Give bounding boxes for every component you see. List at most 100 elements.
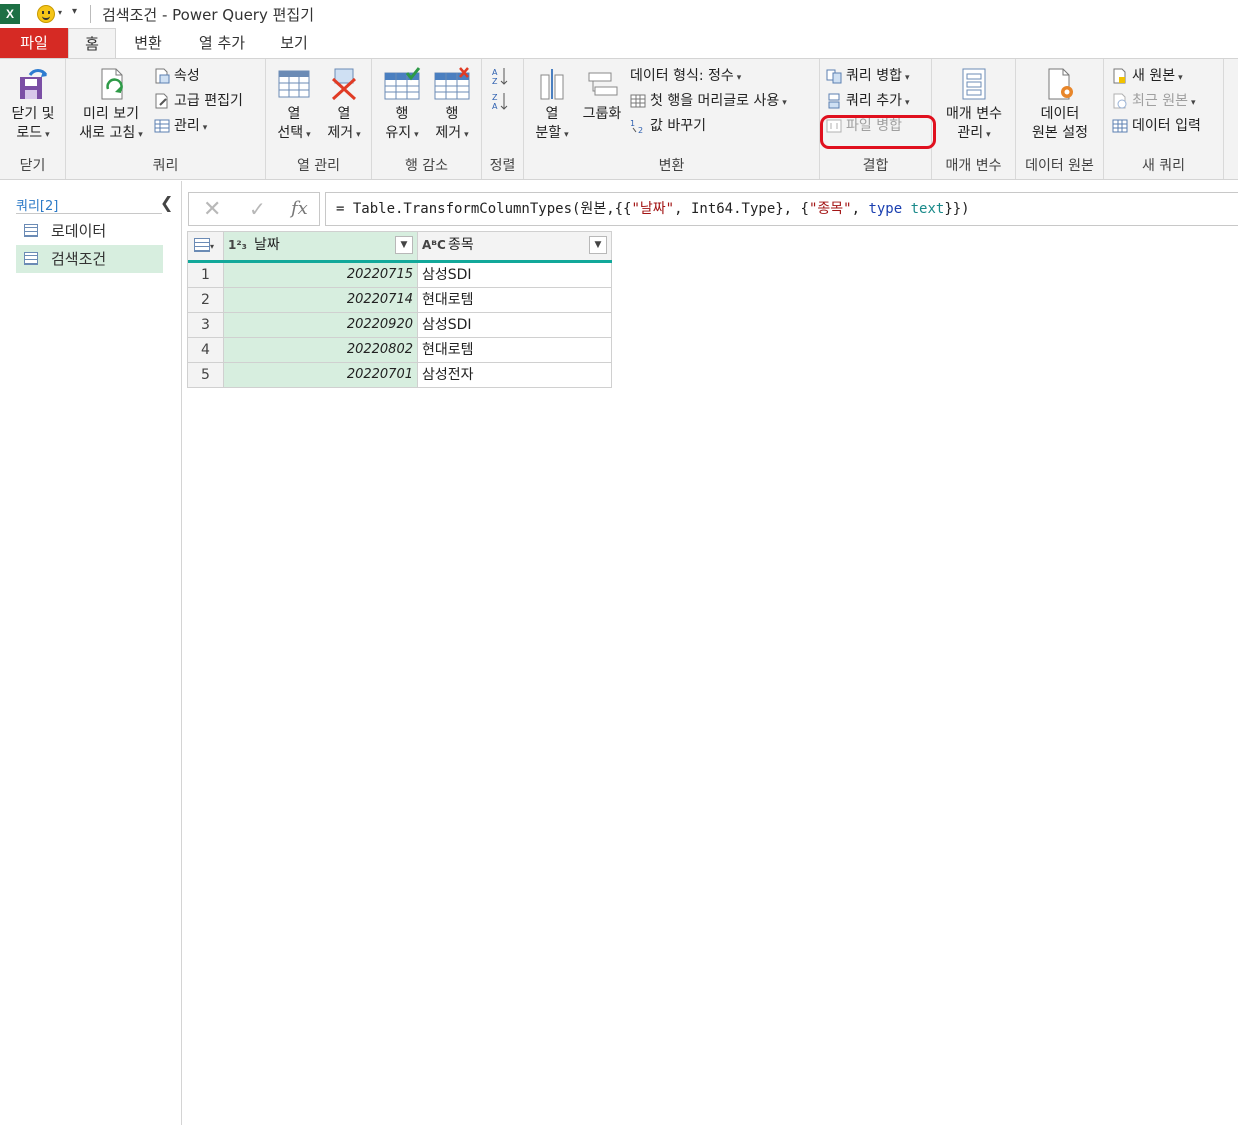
manage-button[interactable]: 관리 ▾ bbox=[154, 115, 207, 137]
recent-sources-icon bbox=[1113, 93, 1127, 109]
svg-text:A: A bbox=[492, 102, 498, 111]
stock-cell[interactable]: 현대로템 bbox=[418, 288, 612, 312]
date-cell[interactable]: 20220715 bbox=[224, 263, 418, 287]
use-first-row-label: 첫 행을 머리글로 사용 bbox=[650, 93, 780, 109]
tab-view[interactable]: 보기 bbox=[268, 28, 320, 58]
data-source-settings-button[interactable]: 데이터 원본 설정 bbox=[1020, 67, 1100, 143]
close-and-load-label: 닫기 및 bbox=[11, 106, 55, 122]
table-row: 4 20220802 현대로템 bbox=[188, 338, 612, 363]
text-type-icon[interactable]: AᴮC bbox=[422, 232, 446, 258]
new-source-button[interactable]: 새 원본 ▾ bbox=[1112, 65, 1183, 87]
filter-dropdown-icon[interactable]: ▼ bbox=[395, 236, 413, 254]
filter-dropdown-icon[interactable]: ▼ bbox=[589, 236, 607, 254]
append-queries-button[interactable]: 쿼리 추가 ▾ bbox=[826, 90, 910, 112]
row-number[interactable]: 5 bbox=[188, 363, 224, 387]
group-label-close: 닫기 bbox=[19, 158, 46, 174]
chevron-down-icon[interactable]: ▾ bbox=[58, 8, 62, 17]
chevron-down-icon: ▾ bbox=[904, 73, 910, 83]
formula-input[interactable]: = Table.TransformColumnTypes(원본,{{"날짜", … bbox=[325, 192, 1238, 226]
date-cell[interactable]: 20220714 bbox=[224, 288, 418, 312]
keep-rows-button[interactable]: 행 유지 ▾ bbox=[378, 67, 426, 145]
stock-cell[interactable]: 삼성전자 bbox=[418, 363, 612, 387]
choose-columns-icon bbox=[278, 70, 310, 98]
merge-queries-icon bbox=[826, 69, 842, 84]
stock-cell[interactable]: 현대로템 bbox=[418, 338, 612, 362]
formula-text bbox=[902, 201, 910, 217]
formula-string-token: "종목" bbox=[808, 201, 852, 217]
chevron-down-icon: ▾ bbox=[414, 130, 419, 140]
properties-button[interactable]: 속성 bbox=[154, 65, 200, 87]
enter-data-button[interactable]: 데이터 입력 bbox=[1112, 115, 1201, 137]
stock-cell[interactable]: 삼성SDI bbox=[418, 313, 612, 337]
column-header-date[interactable]: 1²₃ 날짜 ▼ bbox=[224, 232, 418, 260]
group-label-new-query: 새 쿼리 bbox=[1141, 158, 1186, 174]
chevron-down-icon: ▾ bbox=[45, 130, 50, 140]
table-row: 2 20220714 현대로템 bbox=[188, 288, 612, 313]
table-menu-button[interactable]: ▾ bbox=[188, 232, 224, 260]
table-icon bbox=[630, 94, 646, 108]
tab-transform[interactable]: 변환 bbox=[120, 28, 176, 58]
date-cell[interactable]: 20220701 bbox=[224, 363, 418, 387]
manage-parameters-label: 매개 변수 bbox=[946, 106, 1002, 122]
collapse-pane-icon[interactable]: ❮ bbox=[160, 193, 173, 212]
chevron-down-icon: ▾ bbox=[138, 130, 143, 140]
table-icon bbox=[1112, 119, 1128, 133]
refresh-icon bbox=[101, 68, 123, 100]
group-label-transform: 변환 bbox=[658, 158, 685, 174]
tab-add-column[interactable]: 열 추가 bbox=[186, 28, 258, 58]
quick-access-dropdown-icon[interactable]: ▾ bbox=[72, 6, 77, 17]
whole-number-type-icon[interactable]: 1²₃ bbox=[228, 232, 247, 258]
choose-columns-label: 열 bbox=[287, 106, 301, 122]
grid-header: ▾ 1²₃ 날짜 ▼ AᴮC 종목 ▼ bbox=[188, 231, 612, 263]
stock-cell[interactable]: 삼성SDI bbox=[418, 263, 612, 287]
query-item-rawdata[interactable]: 로데이터 bbox=[16, 217, 163, 245]
query-item-search-criteria[interactable]: 검색조건 bbox=[16, 245, 163, 273]
chevron-down-icon: ▾ bbox=[356, 130, 361, 140]
refresh-preview-button[interactable]: 미리 보기 새로 고침 ▾ bbox=[72, 67, 150, 145]
row-number[interactable]: 4 bbox=[188, 338, 224, 362]
date-cell[interactable]: 20220920 bbox=[224, 313, 418, 337]
refresh-label-2: 새로 고침 bbox=[79, 125, 136, 141]
choose-columns-button[interactable]: 열 선택 ▾ bbox=[270, 67, 318, 145]
sort-ascending-button[interactable]: AZ bbox=[492, 65, 512, 87]
manage-parameters-button[interactable]: 매개 변수 관리 ▾ bbox=[936, 67, 1012, 145]
remove-columns-label: 열 bbox=[337, 106, 351, 122]
checkmark-icon[interactable]: ✓ bbox=[249, 197, 266, 221]
formula-text: = Table.TransformColumnTypes(원본,{{ bbox=[336, 201, 632, 217]
remove-rows-button[interactable]: 행 제거 ▾ bbox=[428, 67, 476, 145]
column-header-stock[interactable]: AᴮC 종목 ▼ bbox=[418, 232, 612, 260]
cancel-icon[interactable]: ✕ bbox=[203, 197, 221, 222]
choose-columns-label-2: 선택 bbox=[277, 125, 304, 141]
append-queries-icon bbox=[828, 93, 840, 109]
sort-descending-button[interactable]: ZA bbox=[492, 90, 512, 112]
remove-columns-button[interactable]: 열 제거 ▾ bbox=[320, 67, 368, 145]
group-data-sources: 데이터 원본 설정 데이터 원본 bbox=[1016, 59, 1104, 179]
chevron-down-icon: ▾ bbox=[202, 123, 208, 133]
title-separator bbox=[90, 5, 91, 23]
replace-values-button[interactable]: 12 값 바꾸기 bbox=[630, 115, 706, 137]
advanced-editor-icon bbox=[155, 93, 168, 109]
close-and-load-button[interactable]: 닫기 및 로드 ▾ bbox=[4, 67, 62, 145]
use-first-row-as-headers-button[interactable]: 첫 행을 머리글로 사용 ▾ bbox=[630, 90, 787, 112]
recent-sources-button[interactable]: 최근 원본 ▾ bbox=[1112, 90, 1196, 112]
group-by-button[interactable]: 그룹화 bbox=[578, 67, 626, 124]
table-icon bbox=[24, 224, 38, 237]
date-cell[interactable]: 20220802 bbox=[224, 338, 418, 362]
data-source-settings-label: 데이터 bbox=[1040, 106, 1080, 122]
fx-icon[interactable]: fx bbox=[291, 198, 308, 219]
group-reduce-rows: 행 유지 ▾ 행 제거 ▾ 행 감소 bbox=[372, 59, 482, 179]
group-label-combine: 결합 bbox=[862, 158, 889, 174]
split-column-button[interactable]: 열 분할 ▾ bbox=[528, 67, 576, 145]
advanced-editor-button[interactable]: 고급 편집기 bbox=[154, 90, 243, 112]
tab-file[interactable]: 파일 bbox=[0, 28, 68, 58]
merge-queries-button[interactable]: 쿼리 병합 ▾ bbox=[826, 65, 910, 87]
row-number[interactable]: 1 bbox=[188, 263, 224, 287]
data-type-label: 데이터 형식: 정수 bbox=[630, 68, 734, 84]
data-type-dropdown[interactable]: 데이터 형식: 정수 ▾ bbox=[630, 65, 741, 87]
data-grid: ▾ 1²₃ 날짜 ▼ AᴮC 종목 ▼ 1 20220715 삼성SDI 2 2… bbox=[187, 231, 612, 388]
tab-home[interactable]: 홈 bbox=[68, 28, 116, 59]
smiley-feedback-icon[interactable] bbox=[37, 5, 55, 23]
row-number[interactable]: 2 bbox=[188, 288, 224, 312]
table-row: 3 20220920 삼성SDI bbox=[188, 313, 612, 338]
row-number[interactable]: 3 bbox=[188, 313, 224, 337]
